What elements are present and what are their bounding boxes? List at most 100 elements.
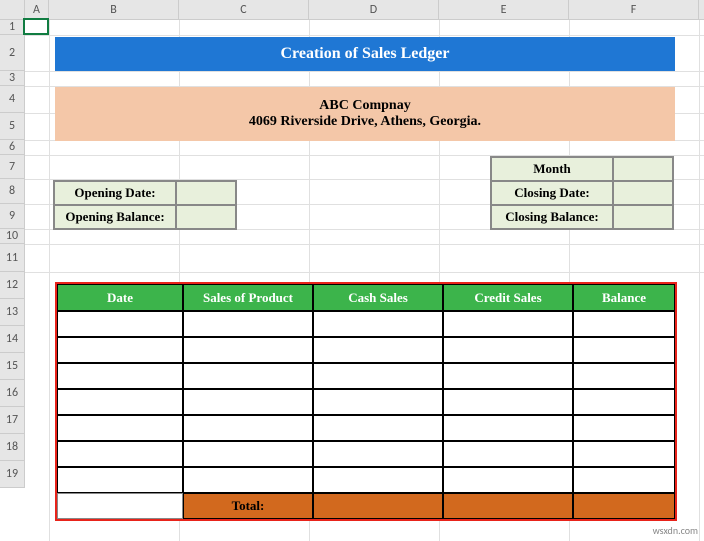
cell[interactable] xyxy=(443,467,573,493)
cell[interactable] xyxy=(443,337,573,363)
row-header-17[interactable]: 17 xyxy=(0,407,25,434)
cell[interactable] xyxy=(573,441,675,467)
row-header-16[interactable]: 16 xyxy=(0,380,25,407)
row-header-4[interactable]: 4 xyxy=(0,86,25,113)
cell[interactable] xyxy=(183,467,313,493)
opening-balance-value[interactable] xyxy=(176,205,236,229)
row-header-7[interactable]: 7 xyxy=(0,155,25,179)
table-row xyxy=(57,337,675,363)
row-header-13[interactable]: 13 xyxy=(0,299,25,326)
table-row xyxy=(57,363,675,389)
cell[interactable] xyxy=(573,467,675,493)
row-header-9[interactable]: 9 xyxy=(0,204,25,229)
col-header-A[interactable]: A xyxy=(25,0,49,19)
col-header-D[interactable]: D xyxy=(309,0,439,19)
month-value[interactable] xyxy=(613,157,673,181)
cell[interactable] xyxy=(573,337,675,363)
closing-info-box: Month Closing Date: Closing Balance: xyxy=(490,156,674,230)
cell[interactable] xyxy=(573,415,675,441)
total-blank[interactable] xyxy=(57,493,183,519)
company-name: ABC Compnay xyxy=(319,98,410,114)
row-header-12[interactable]: 12 xyxy=(0,272,25,299)
total-balance[interactable] xyxy=(573,493,675,519)
ledger-header-credit-sales[interactable]: Credit Sales xyxy=(443,284,573,311)
company-address: 4069 Riverside Drive, Athens, Georgia. xyxy=(249,114,481,130)
total-label: Total: xyxy=(183,493,313,519)
cell[interactable] xyxy=(57,389,183,415)
ledger-header-sales-product[interactable]: Sales of Product xyxy=(183,284,313,311)
cell[interactable] xyxy=(57,363,183,389)
table-row xyxy=(57,311,675,337)
row-header-5[interactable]: 5 xyxy=(0,113,25,140)
col-header-F[interactable]: F xyxy=(569,0,699,19)
row-header-6[interactable]: 6 xyxy=(0,140,25,155)
row-header-11[interactable]: 11 xyxy=(0,244,25,272)
cell[interactable] xyxy=(183,363,313,389)
page-title: Creation of Sales Ledger xyxy=(55,37,675,71)
cell[interactable] xyxy=(183,415,313,441)
closing-date-value[interactable] xyxy=(613,181,673,205)
cell[interactable] xyxy=(313,415,443,441)
total-credit[interactable] xyxy=(443,493,573,519)
table-row xyxy=(57,389,675,415)
cell[interactable] xyxy=(183,389,313,415)
col-header-B[interactable]: B xyxy=(49,0,179,19)
row-header-2[interactable]: 2 xyxy=(0,35,25,71)
cell[interactable] xyxy=(183,441,313,467)
active-cell-indicator xyxy=(23,18,49,35)
row-header-18[interactable]: 18 xyxy=(0,434,25,461)
table-row xyxy=(57,467,675,493)
ledger-header-row: Date Sales of Product Cash Sales Credit … xyxy=(57,284,675,311)
cell[interactable] xyxy=(443,389,573,415)
row-headers: 1 2 3 4 5 6 7 8 9 10 11 12 13 14 15 16 1… xyxy=(0,20,25,488)
col-header-E[interactable]: E xyxy=(439,0,569,19)
select-all-corner[interactable] xyxy=(0,0,25,19)
cell[interactable] xyxy=(443,311,573,337)
cell[interactable] xyxy=(443,441,573,467)
cell[interactable] xyxy=(313,441,443,467)
cell[interactable] xyxy=(573,363,675,389)
cell[interactable] xyxy=(183,311,313,337)
row-header-8[interactable]: 8 xyxy=(0,179,25,204)
opening-info-box: Opening Date: Opening Balance: xyxy=(53,180,237,230)
month-label: Month xyxy=(491,157,613,181)
cell[interactable] xyxy=(573,311,675,337)
opening-date-label: Opening Date: xyxy=(54,181,176,205)
row-header-10[interactable]: 10 xyxy=(0,229,25,244)
spreadsheet-grid[interactable]: Creation of Sales Ledger ABC Compnay 406… xyxy=(25,20,704,541)
cell[interactable] xyxy=(57,467,183,493)
title-text: Creation of Sales Ledger xyxy=(280,45,449,63)
cell[interactable] xyxy=(573,389,675,415)
ledger-header-cash-sales[interactable]: Cash Sales xyxy=(313,284,443,311)
cell[interactable] xyxy=(57,441,183,467)
opening-date-value[interactable] xyxy=(176,181,236,205)
cell[interactable] xyxy=(443,415,573,441)
closing-balance-value[interactable] xyxy=(613,205,673,229)
cell[interactable] xyxy=(313,363,443,389)
cell[interactable] xyxy=(313,389,443,415)
ledger-table: Date Sales of Product Cash Sales Credit … xyxy=(55,282,677,521)
cell[interactable] xyxy=(313,337,443,363)
ledger-header-date[interactable]: Date xyxy=(57,284,183,311)
col-header-C[interactable]: C xyxy=(179,0,309,19)
total-row: Total: xyxy=(57,493,675,519)
cell[interactable] xyxy=(57,337,183,363)
total-cash[interactable] xyxy=(313,493,443,519)
cell[interactable] xyxy=(57,415,183,441)
cell[interactable] xyxy=(183,337,313,363)
cell[interactable] xyxy=(57,311,183,337)
table-row xyxy=(57,415,675,441)
row-header-15[interactable]: 15 xyxy=(0,353,25,380)
cell[interactable] xyxy=(443,363,573,389)
row-header-1[interactable]: 1 xyxy=(0,20,25,35)
closing-balance-label: Closing Balance: xyxy=(491,205,613,229)
row-header-14[interactable]: 14 xyxy=(0,326,25,353)
cell[interactable] xyxy=(313,311,443,337)
company-info-box: ABC Compnay 4069 Riverside Drive, Athens… xyxy=(55,87,675,141)
ledger-header-balance[interactable]: Balance xyxy=(573,284,675,311)
watermark: wsxdn.com xyxy=(653,524,698,537)
row-header-19[interactable]: 19 xyxy=(0,461,25,488)
cell[interactable] xyxy=(313,467,443,493)
column-headers: A B C D E F xyxy=(0,0,704,20)
row-header-3[interactable]: 3 xyxy=(0,71,25,86)
